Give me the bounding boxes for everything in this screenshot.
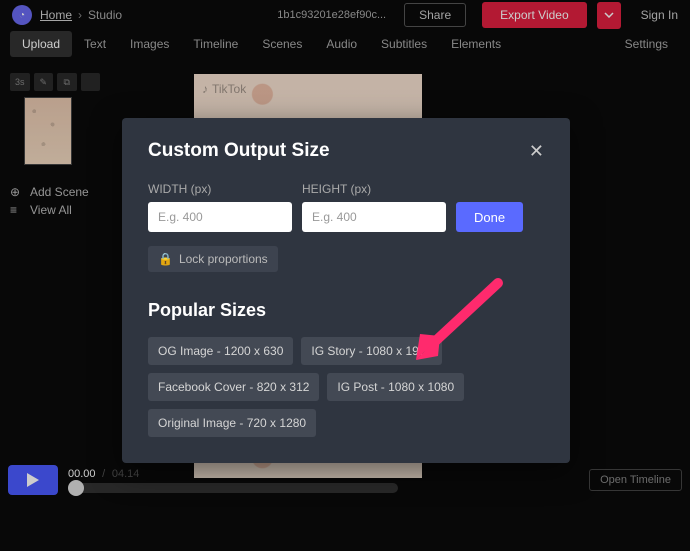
height-label: HEIGHT (px) [302,182,446,196]
width-label: WIDTH (px) [148,182,292,196]
size-og-image[interactable]: OG Image - 1200 x 630 [148,337,293,365]
modal-title: Custom Output Size [148,140,330,162]
popular-sizes-heading: Popular Sizes [148,300,544,321]
height-input[interactable] [302,202,446,232]
custom-output-size-modal: Custom Output Size ✕ WIDTH (px) HEIGHT (… [122,118,570,463]
size-facebook-cover[interactable]: Facebook Cover - 820 x 312 [148,373,319,401]
size-ig-post[interactable]: IG Post - 1080 x 1080 [327,373,464,401]
size-original-image[interactable]: Original Image - 720 x 1280 [148,409,316,437]
popular-sizes-list: OG Image - 1200 x 630 IG Story - 1080 x … [148,337,544,437]
close-button[interactable]: ✕ [529,141,544,162]
lock-icon: 🔒 [158,252,173,266]
lock-label: Lock proportions [179,252,268,266]
done-button[interactable]: Done [456,202,523,232]
width-input[interactable] [148,202,292,232]
lock-proportions-button[interactable]: 🔒 Lock proportions [148,246,278,272]
size-ig-story[interactable]: IG Story - 1080 x 1920 [301,337,442,365]
close-icon: ✕ [529,141,544,161]
